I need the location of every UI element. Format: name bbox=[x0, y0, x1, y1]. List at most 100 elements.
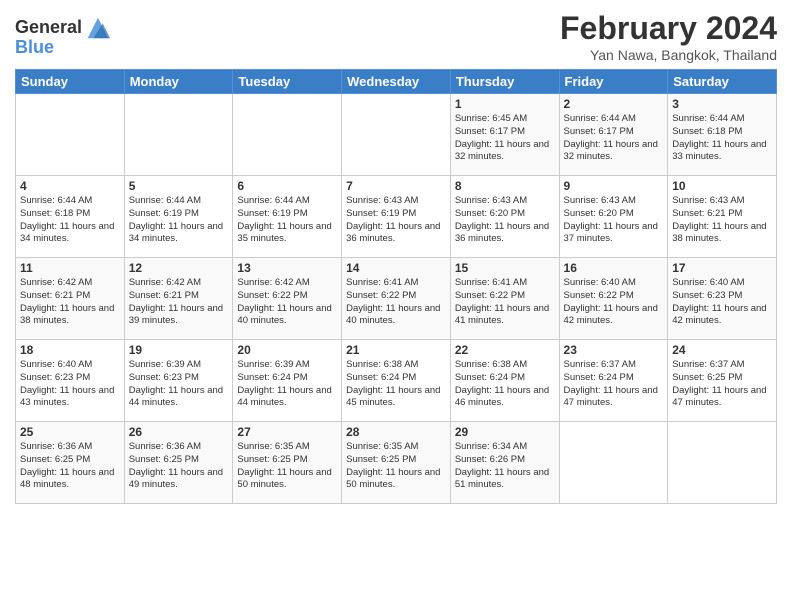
calendar-cell: 17 Sunrise: 6:40 AMSunset: 6:23 PMDayligh… bbox=[668, 258, 777, 340]
day-number: 2 bbox=[564, 97, 664, 111]
day-info: Sunrise: 6:44 AMSunset: 6:19 PMDaylight:… bbox=[237, 195, 331, 244]
day-number: 23 bbox=[564, 343, 664, 357]
day-info: Sunrise: 6:35 AMSunset: 6:25 PMDaylight:… bbox=[237, 441, 331, 490]
calendar-cell: 8 Sunrise: 6:43 AMSunset: 6:20 PMDaylight… bbox=[450, 176, 559, 258]
calendar-cell: 9 Sunrise: 6:43 AMSunset: 6:20 PMDaylight… bbox=[559, 176, 668, 258]
day-info: Sunrise: 6:42 AMSunset: 6:21 PMDaylight:… bbox=[129, 277, 223, 326]
day-info: Sunrise: 6:43 AMSunset: 6:21 PMDaylight:… bbox=[672, 195, 766, 244]
day-number: 3 bbox=[672, 97, 772, 111]
day-info: Sunrise: 6:41 AMSunset: 6:22 PMDaylight:… bbox=[455, 277, 549, 326]
day-number: 22 bbox=[455, 343, 555, 357]
calendar-cell: 6Sunrise: 6:44 AMSunset: 6:19 PMDaylight… bbox=[233, 176, 342, 258]
day-info: Sunrise: 6:40 AMSunset: 6:23 PMDaylight:… bbox=[20, 359, 114, 408]
calendar-cell: 26Sunrise: 6:36 AMSunset: 6:25 PMDayligh… bbox=[124, 422, 233, 504]
day-number: 16 bbox=[564, 261, 664, 275]
day-info: Sunrise: 6:39 AMSunset: 6:24 PMDaylight:… bbox=[237, 359, 331, 408]
calendar-day-header: Tuesday bbox=[233, 70, 342, 94]
calendar-cell: 15 Sunrise: 6:41 AMSunset: 6:22 PMDayligh… bbox=[450, 258, 559, 340]
logo-icon bbox=[84, 14, 112, 42]
day-number: 29 bbox=[455, 425, 555, 439]
day-number: 27 bbox=[237, 425, 337, 439]
day-info: Sunrise: 6:40 AMSunset: 6:22 PMDaylight:… bbox=[564, 277, 658, 326]
logo: General Blue bbox=[15, 14, 112, 58]
day-number: 1 bbox=[455, 97, 555, 111]
calendar-cell: 23Sunrise: 6:37 AMSunset: 6:24 PMDayligh… bbox=[559, 340, 668, 422]
day-info: Sunrise: 6:43 AMSunset: 6:20 PMDaylight:… bbox=[564, 195, 658, 244]
header: General Blue February 2024 Yan Nawa, Ban… bbox=[15, 10, 777, 63]
day-info: Sunrise: 6:44 AMSunset: 6:18 PMDaylight:… bbox=[20, 195, 114, 244]
day-info: Sunrise: 6:37 AMSunset: 6:25 PMDaylight:… bbox=[672, 359, 766, 408]
calendar-cell: 4Sunrise: 6:44 AMSunset: 6:18 PMDaylight… bbox=[16, 176, 125, 258]
day-number: 15 bbox=[455, 261, 555, 275]
calendar-cell: 14 Sunrise: 6:41 AMSunset: 6:22 PMDayligh… bbox=[342, 258, 451, 340]
day-number: 18 bbox=[20, 343, 120, 357]
day-info: Sunrise: 6:44 AMSunset: 6:18 PMDaylight:… bbox=[672, 113, 766, 162]
calendar-cell: 20Sunrise: 6:39 AMSunset: 6:24 PMDayligh… bbox=[233, 340, 342, 422]
calendar-header-row: SundayMondayTuesdayWednesdayThursdayFrid… bbox=[16, 70, 777, 94]
day-number: 13 bbox=[237, 261, 337, 275]
day-info: Sunrise: 6:41 AMSunset: 6:22 PMDaylight:… bbox=[346, 277, 440, 326]
day-info: Sunrise: 6:39 AMSunset: 6:23 PMDaylight:… bbox=[129, 359, 223, 408]
calendar-cell: 28 Sunrise: 6:35 AMSunset: 6:25 PMDayligh… bbox=[342, 422, 451, 504]
day-info: Sunrise: 6:44 AMSunset: 6:17 PMDaylight:… bbox=[564, 113, 658, 162]
day-number: 10 bbox=[672, 179, 772, 193]
day-number: 19 bbox=[129, 343, 229, 357]
calendar-cell: 27 Sunrise: 6:35 AMSunset: 6:25 PMDayligh… bbox=[233, 422, 342, 504]
day-number: 14 bbox=[346, 261, 446, 275]
page: General Blue February 2024 Yan Nawa, Ban… bbox=[0, 0, 792, 612]
calendar-cell: 16 Sunrise: 6:40 AMSunset: 6:22 PMDayligh… bbox=[559, 258, 668, 340]
calendar-cell: 12 Sunrise: 6:42 AMSunset: 6:21 PMDayligh… bbox=[124, 258, 233, 340]
day-number: 11 bbox=[20, 261, 120, 275]
calendar-cell: 13Sunrise: 6:42 AMSunset: 6:22 PMDayligh… bbox=[233, 258, 342, 340]
main-title: February 2024 bbox=[560, 10, 777, 47]
calendar-cell bbox=[124, 94, 233, 176]
day-number: 12 bbox=[129, 261, 229, 275]
calendar-cell: 7 Sunrise: 6:43 AMSunset: 6:19 PMDaylight… bbox=[342, 176, 451, 258]
calendar-week-row: 25Sunrise: 6:36 AMSunset: 6:25 PMDayligh… bbox=[16, 422, 777, 504]
calendar-week-row: 11 Sunrise: 6:42 AMSunset: 6:21 PMDayligh… bbox=[16, 258, 777, 340]
calendar-cell bbox=[233, 94, 342, 176]
calendar-cell: 10 Sunrise: 6:43 AMSunset: 6:21 PMDayligh… bbox=[668, 176, 777, 258]
day-number: 21 bbox=[346, 343, 446, 357]
calendar-day-header: Monday bbox=[124, 70, 233, 94]
day-number: 25 bbox=[20, 425, 120, 439]
calendar-cell: 21Sunrise: 6:38 AMSunset: 6:24 PMDayligh… bbox=[342, 340, 451, 422]
title-block: February 2024 Yan Nawa, Bangkok, Thailan… bbox=[560, 10, 777, 63]
calendar-cell: 25Sunrise: 6:36 AMSunset: 6:25 PMDayligh… bbox=[16, 422, 125, 504]
day-info: Sunrise: 6:35 AMSunset: 6:25 PMDaylight:… bbox=[346, 441, 440, 490]
day-number: 26 bbox=[129, 425, 229, 439]
calendar-cell: 22 Sunrise: 6:38 AMSunset: 6:24 PMDayligh… bbox=[450, 340, 559, 422]
calendar-cell: 29 Sunrise: 6:34 AMSunset: 6:26 PMDayligh… bbox=[450, 422, 559, 504]
calendar-cell bbox=[668, 422, 777, 504]
calendar-week-row: 18 Sunrise: 6:40 AMSunset: 6:23 PMDayligh… bbox=[16, 340, 777, 422]
subtitle: Yan Nawa, Bangkok, Thailand bbox=[560, 47, 777, 63]
calendar-cell: 18 Sunrise: 6:40 AMSunset: 6:23 PMDayligh… bbox=[16, 340, 125, 422]
calendar-cell bbox=[16, 94, 125, 176]
calendar-day-header: Thursday bbox=[450, 70, 559, 94]
calendar-cell: 1 Sunrise: 6:45 AMSunset: 6:17 PMDaylight… bbox=[450, 94, 559, 176]
day-info: Sunrise: 6:40 AMSunset: 6:23 PMDaylight:… bbox=[672, 277, 766, 326]
calendar-day-header: Friday bbox=[559, 70, 668, 94]
day-number: 28 bbox=[346, 425, 446, 439]
calendar-week-row: 4Sunrise: 6:44 AMSunset: 6:18 PMDaylight… bbox=[16, 176, 777, 258]
calendar-cell: 5Sunrise: 6:44 AMSunset: 6:19 PMDaylight… bbox=[124, 176, 233, 258]
calendar-cell: 2 Sunrise: 6:44 AMSunset: 6:17 PMDaylight… bbox=[559, 94, 668, 176]
logo-text: General bbox=[15, 18, 82, 38]
day-info: Sunrise: 6:43 AMSunset: 6:20 PMDaylight:… bbox=[455, 195, 549, 244]
day-info: Sunrise: 6:43 AMSunset: 6:19 PMDaylight:… bbox=[346, 195, 440, 244]
day-number: 17 bbox=[672, 261, 772, 275]
calendar-day-header: Wednesday bbox=[342, 70, 451, 94]
day-info: Sunrise: 6:34 AMSunset: 6:26 PMDaylight:… bbox=[455, 441, 549, 490]
calendar-day-header: Sunday bbox=[16, 70, 125, 94]
calendar-cell: 11 Sunrise: 6:42 AMSunset: 6:21 PMDayligh… bbox=[16, 258, 125, 340]
day-info: Sunrise: 6:45 AMSunset: 6:17 PMDaylight:… bbox=[455, 113, 549, 162]
day-number: 7 bbox=[346, 179, 446, 193]
calendar-cell: 3 Sunrise: 6:44 AMSunset: 6:18 PMDaylight… bbox=[668, 94, 777, 176]
day-info: Sunrise: 6:42 AMSunset: 6:21 PMDaylight:… bbox=[20, 277, 114, 326]
day-number: 9 bbox=[564, 179, 664, 193]
day-number: 24 bbox=[672, 343, 772, 357]
day-number: 8 bbox=[455, 179, 555, 193]
calendar-day-header: Saturday bbox=[668, 70, 777, 94]
day-info: Sunrise: 6:38 AMSunset: 6:24 PMDaylight:… bbox=[455, 359, 549, 408]
calendar-cell: 24 Sunrise: 6:37 AMSunset: 6:25 PMDayligh… bbox=[668, 340, 777, 422]
